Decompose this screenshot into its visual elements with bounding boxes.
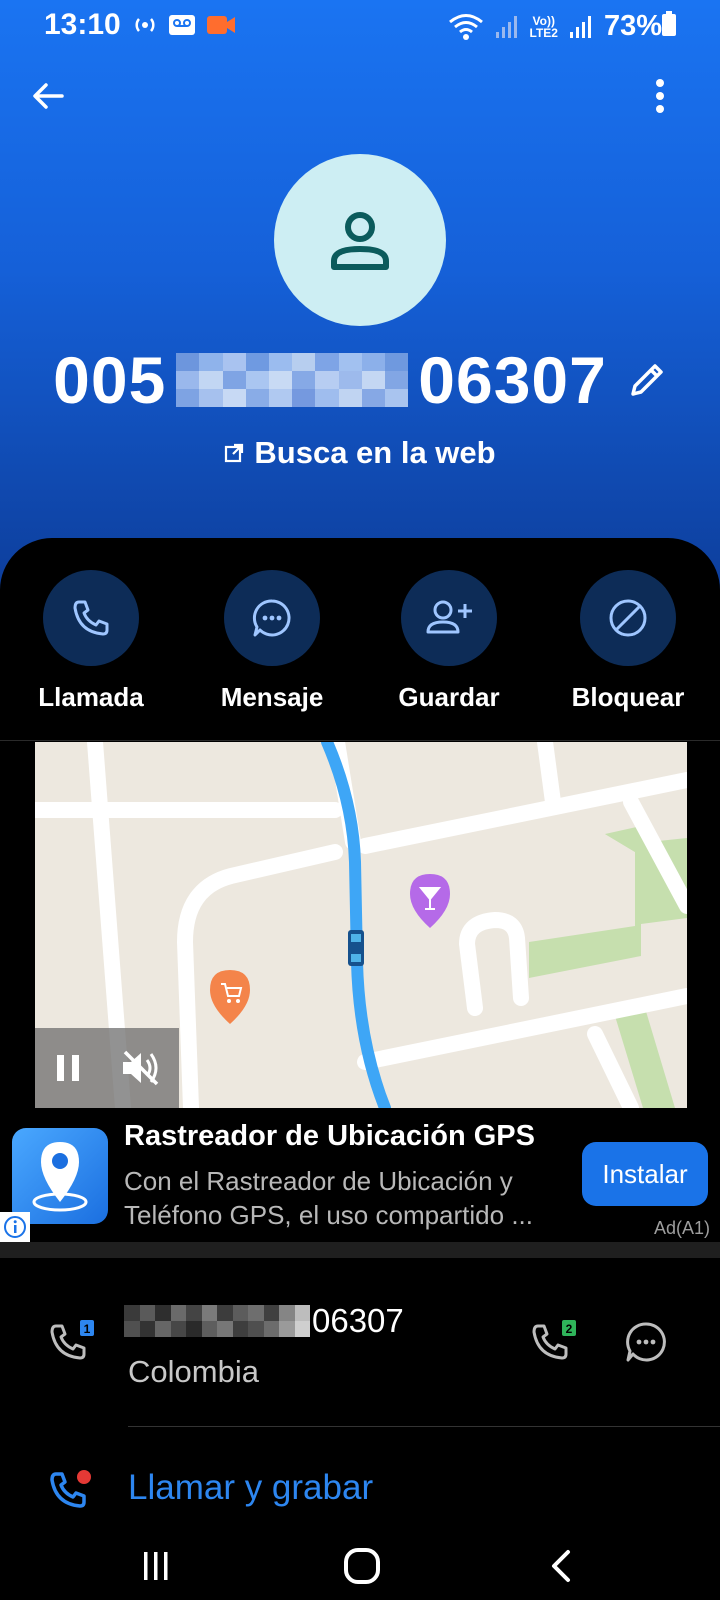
divider xyxy=(128,1426,720,1427)
recents-icon xyxy=(144,1552,168,1580)
more-options-button[interactable] xyxy=(636,72,684,120)
section-separator xyxy=(0,1242,720,1258)
block-action[interactable]: Bloquear xyxy=(543,570,713,713)
volume-muted-icon[interactable] xyxy=(119,1048,161,1088)
message-action-label: Mensaje xyxy=(220,682,324,712)
contact-avatar xyxy=(274,154,446,326)
web-search-link[interactable]: Busca en la web xyxy=(0,428,720,478)
country-label: Colombia xyxy=(128,1354,259,1389)
number-suffix-text: 06307 xyxy=(312,1302,404,1339)
phone-icon xyxy=(73,600,109,636)
home-icon xyxy=(344,1548,380,1584)
divider xyxy=(0,740,720,741)
ad-badge: Ad(A1) xyxy=(653,1218,710,1238)
voicemail-icon xyxy=(169,15,195,35)
sim2-badge: 2 xyxy=(566,1322,573,1336)
status-time: 13:10 xyxy=(44,8,121,41)
add-contact-icon xyxy=(426,600,472,634)
message-action[interactable]: Mensaje xyxy=(187,570,357,713)
battery-percent: 73% xyxy=(603,10,662,42)
arrow-left-icon xyxy=(33,83,64,109)
home-button[interactable] xyxy=(322,1532,402,1600)
message-action-circle[interactable] xyxy=(224,570,320,666)
ad-title[interactable]: Rastreador de Ubicación GPS xyxy=(124,1120,535,1153)
chevron-left-icon xyxy=(552,1550,570,1582)
ad-description: Con el Rastreador de Ubicación y Teléfon… xyxy=(124,1166,533,1230)
location-pin-icon xyxy=(32,1142,88,1212)
video-record-icon xyxy=(207,16,235,34)
number-mask xyxy=(176,353,409,407)
call-record-icon xyxy=(50,1470,91,1508)
call-action[interactable]: Llamada xyxy=(6,570,176,713)
call-action-circle[interactable] xyxy=(43,570,139,666)
call-and-record-label: Llamar y grabar xyxy=(128,1468,374,1507)
ad-info-icon[interactable] xyxy=(0,1212,30,1242)
number-suffix: 06307 xyxy=(418,343,607,417)
call-and-record-row[interactable]: Llamar y grabar xyxy=(0,1460,720,1520)
external-link-icon xyxy=(225,443,244,463)
media-controls xyxy=(35,1028,179,1108)
save-action-label: Guardar xyxy=(398,682,500,712)
number-details-row[interactable]: 1 06307 Colombia 2 xyxy=(0,1290,720,1400)
back-button[interactable] xyxy=(24,72,72,120)
number-line: 06307 xyxy=(124,1302,404,1340)
wifi-icon xyxy=(448,13,483,40)
web-search-label: Busca en la web xyxy=(254,435,496,470)
person-icon xyxy=(331,212,389,270)
message-icon xyxy=(252,599,291,637)
message-icon[interactable] xyxy=(624,1320,668,1364)
signal-sim2-icon xyxy=(569,15,591,38)
number-mask xyxy=(124,1305,310,1337)
signal-sim1-icon xyxy=(495,15,517,38)
action-buttons: Llamada Mensaje Guardar Bloquear xyxy=(0,570,720,720)
pause-icon[interactable] xyxy=(53,1052,83,1084)
block-icon xyxy=(609,599,647,637)
status-icons-right: Vo)) LTE2 73% xyxy=(448,10,662,43)
volte-lte2-icon: Vo)) LTE2 xyxy=(529,13,558,40)
sim1-badge: 1 xyxy=(84,1322,91,1336)
call-sim1-icon[interactable]: 1 xyxy=(48,1318,98,1368)
status-bar: 13:10 Vo)) LTE2 73% xyxy=(0,0,720,50)
block-action-circle[interactable] xyxy=(580,570,676,666)
call-action-label: Llamada xyxy=(38,682,144,712)
ad-banner: Rastreador de Ubicación GPS Con el Rastr… xyxy=(0,1108,720,1242)
hotspot-icon xyxy=(135,18,155,32)
edit-pencil-icon[interactable] xyxy=(627,360,667,400)
battery-icon xyxy=(662,11,676,36)
recents-button[interactable] xyxy=(116,1532,196,1600)
info-icon xyxy=(4,1216,26,1238)
ad-app-icon[interactable] xyxy=(12,1128,108,1224)
contact-number: 005 06307 xyxy=(0,340,720,420)
save-action[interactable]: Guardar xyxy=(364,570,534,713)
status-icons-left xyxy=(132,12,236,38)
install-button[interactable]: Instalar xyxy=(582,1142,708,1206)
back-nav-button[interactable] xyxy=(522,1532,602,1600)
more-vert-icon xyxy=(656,79,664,113)
call-sim2-icon[interactable]: 2 xyxy=(530,1318,580,1368)
block-action-label: Bloquear xyxy=(571,682,685,712)
number-prefix: 005 xyxy=(53,343,167,417)
save-action-circle[interactable] xyxy=(401,570,497,666)
system-nav-bar xyxy=(0,1532,720,1600)
